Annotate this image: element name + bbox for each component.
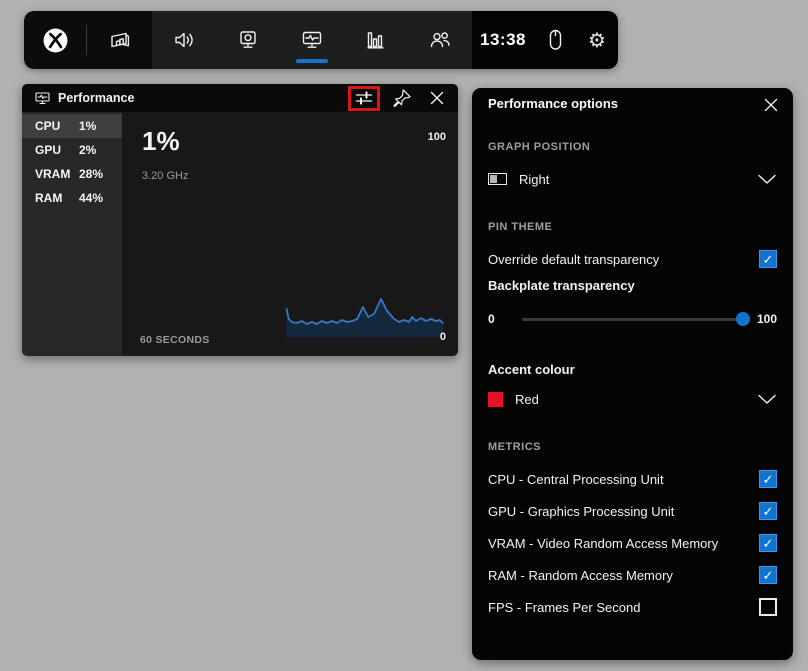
graph-position-value: Right [519, 171, 550, 187]
metric-row-vram: VRAM - Video Random Access Memory [488, 530, 777, 556]
chevron-down-icon [758, 394, 776, 404]
mouse-button[interactable] [534, 11, 576, 69]
performance-options-panel: Performance options GRAPH POSITION Right… [472, 88, 793, 660]
metric-row-gpu: GPU - Graphics Processing Unit [488, 498, 777, 524]
stat-label: RAM [35, 191, 63, 205]
stat-value: 1% [79, 119, 97, 133]
backplate-transparency-label: Backplate transparency [488, 278, 635, 293]
mouse-icon [549, 29, 562, 50]
metrics-list: CPU 1% GPU 2% VRAM 28% RAM 44% [22, 112, 122, 356]
xbox-button[interactable] [24, 11, 86, 69]
slider-track[interactable] [522, 317, 743, 321]
xbox-logo-icon [43, 28, 67, 52]
current-usage-value: 1% [142, 126, 180, 156]
cpu-graph: 1% 3.20 GHz 100 0 60 SECONDS [122, 112, 458, 356]
panel-title: Performance options [488, 96, 619, 111]
backplate-transparency-slider[interactable] [522, 307, 750, 331]
performance-mini-icon [35, 91, 50, 104]
panel-close-button[interactable] [759, 93, 783, 117]
chevron-down-icon [758, 174, 776, 184]
accent-colour-dropdown[interactable]: Red [488, 386, 777, 412]
toolbar-middle-section [152, 11, 472, 69]
graph-position-dropdown[interactable]: Right [488, 166, 777, 192]
toolbar-right-section: 13:38 ⚙ [472, 11, 618, 69]
stat-row-ram[interactable]: RAM 44% [22, 186, 122, 210]
widget-title: Performance [58, 91, 135, 105]
active-tab-indicator [296, 59, 328, 63]
pin-icon [393, 89, 411, 108]
stat-value: 28% [79, 167, 104, 181]
performance-button[interactable] [280, 11, 344, 69]
slider-min-label: 0 [488, 312, 495, 326]
toolbar-left-section [24, 11, 152, 69]
audio-button[interactable] [152, 11, 216, 69]
accent-colour-swatch [488, 391, 503, 407]
metric-fps-checkbox[interactable] [759, 598, 777, 616]
metrics-heading: METRICS [488, 441, 541, 453]
social-icon [430, 32, 450, 48]
stat-value: 44% [79, 191, 104, 205]
stat-label: GPU [35, 143, 62, 157]
clock-speed: 3.20 GHz [142, 170, 189, 182]
pin-theme-heading: PIN THEME [488, 221, 553, 233]
metric-gpu-checkbox[interactable] [759, 502, 777, 520]
graph-position-heading: GRAPH POSITION [488, 141, 591, 153]
metric-row-ram: RAM - Random Access Memory [488, 562, 777, 588]
y-axis-max: 100 [427, 131, 446, 143]
metric-vram-checkbox[interactable] [759, 534, 777, 552]
capture-icon [240, 31, 256, 48]
metric-row-cpu: CPU - Central Processing Unit [488, 466, 777, 492]
game-bar-toolbar: 13:38 ⚙ [24, 11, 618, 69]
options-sliders-icon [355, 91, 373, 105]
clock: 13:38 [480, 30, 526, 49]
widget-close-button[interactable] [424, 87, 450, 109]
social-button[interactable] [408, 11, 472, 69]
metric-cpu-checkbox[interactable] [759, 470, 777, 488]
stat-value: 2% [79, 143, 97, 157]
metric-row-fps: FPS - Frames Per Second [488, 594, 777, 620]
graph-position-icon [488, 173, 507, 185]
stat-label: CPU [35, 119, 61, 133]
stat-label: VRAM [35, 167, 71, 181]
capture-button[interactable] [216, 11, 280, 69]
metric-label: CPU - Central Processing Unit [488, 471, 664, 487]
performance-icon [302, 31, 322, 48]
widget-menu-icon [110, 32, 129, 48]
accent-colour-label: Accent colour [488, 362, 575, 377]
performance-widget-body: CPU 1% GPU 2% VRAM 28% RAM 44% 1% 3.20 G… [22, 112, 458, 356]
performance-widget-header[interactable]: Performance [22, 84, 458, 112]
x-axis-label: 60 SECONDS [140, 334, 210, 346]
close-icon [764, 98, 778, 112]
resources-icon [367, 32, 384, 49]
audio-icon [175, 32, 193, 48]
metric-ram-checkbox[interactable] [759, 566, 777, 584]
pin-button[interactable] [389, 87, 415, 109]
slider-max-label: 100 [756, 312, 777, 326]
performance-options-button[interactable] [348, 85, 380, 111]
override-transparency-label: Override default transparency [488, 251, 660, 267]
widget-menu-button[interactable] [87, 11, 152, 69]
settings-button[interactable]: ⚙ [576, 11, 618, 69]
metric-label: GPU - Graphics Processing Unit [488, 503, 675, 519]
backplate-transparency-slider-row: 0 100 [488, 307, 777, 331]
stat-row-gpu[interactable]: GPU 2% [22, 138, 122, 162]
accent-colour-value: Red [515, 391, 539, 407]
metric-label: RAM - Random Access Memory [488, 567, 673, 583]
metric-label: FPS - Frames Per Second [488, 599, 641, 615]
stat-row-vram[interactable]: VRAM 28% [22, 162, 122, 186]
slider-handle[interactable] [736, 312, 750, 326]
override-transparency-row: Override default transparency [488, 246, 777, 272]
y-axis-min: 0 [439, 331, 446, 343]
performance-widget: Performance CPU 1% GPU 2% VRAM 28% RAM 4… [22, 84, 458, 356]
metric-label: VRAM - Video Random Access Memory [488, 535, 719, 551]
resources-button[interactable] [344, 11, 408, 69]
stat-row-cpu[interactable]: CPU 1% [22, 114, 122, 138]
close-icon [430, 91, 444, 105]
override-transparency-checkbox[interactable] [759, 250, 777, 268]
gear-icon: ⚙ [588, 28, 606, 52]
